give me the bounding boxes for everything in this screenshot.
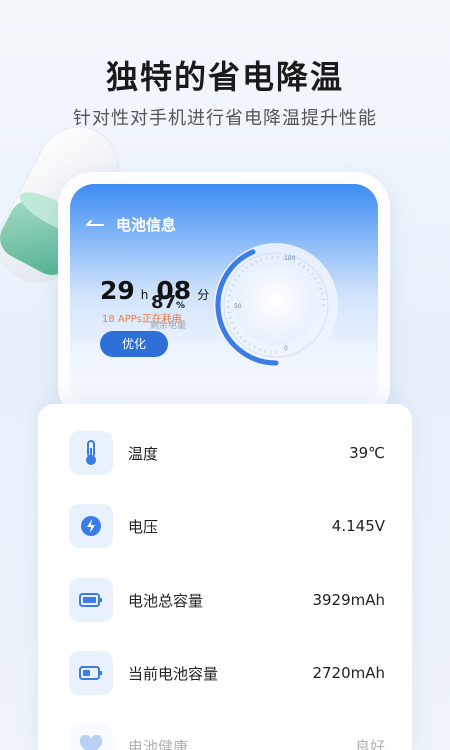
bolt-icon	[69, 504, 113, 548]
info-row-temperature: 温度 39℃	[38, 431, 412, 475]
voltage-label: 电压	[128, 517, 159, 536]
nav-bar: 电池信息	[86, 214, 176, 235]
battery-percent: 87%	[116, 292, 220, 313]
info-row-health: 电池健康 良好	[38, 724, 412, 750]
phone-mockup: 电池信息 29 h 08 分 18 APPs正在耗电 优化 100 50 0 8…	[58, 172, 390, 422]
thermometer-icon	[69, 431, 113, 475]
health-label: 电池健康	[128, 737, 189, 750]
total-capacity-label: 电池总容量	[128, 591, 204, 610]
battery-percent-unit: %	[176, 301, 186, 311]
gauge-tick-100: 100	[284, 255, 296, 262]
total-capacity-value: 3929mAh	[312, 591, 385, 609]
gauge-tick-50: 50	[234, 303, 242, 310]
optimize-button[interactable]: 优化	[100, 331, 168, 357]
temperature-label: 温度	[128, 444, 159, 463]
info-row-total-capacity: 电池总容量 3929mAh	[38, 578, 412, 622]
back-arrow-icon[interactable]	[86, 219, 104, 231]
current-capacity-value: 2720mAh	[312, 664, 385, 682]
battery-half-icon	[69, 651, 113, 695]
battery-remaining-label: 剩余电量	[149, 321, 186, 331]
promo-headline: 独特的省电降温	[105, 58, 344, 96]
info-row-voltage: 电压 4.145V	[38, 504, 412, 548]
health-icon	[69, 724, 113, 750]
battery-info-card: 温度 39℃ 电压 4.145V 电池总容量 3929mAh 当前电池容量 27…	[38, 404, 412, 750]
voltage-value: 4.145V	[331, 517, 385, 535]
health-value: 良好	[354, 737, 385, 750]
battery-gauge: 100 50 0	[214, 243, 338, 367]
info-row-current-capacity: 当前电池容量 2720mAh	[38, 651, 412, 695]
battery-info-screen: 电池信息 29 h 08 分 18 APPs正在耗电 优化 100 50 0 8…	[70, 184, 378, 410]
nav-title: 电池信息	[116, 216, 177, 234]
battery-percent-value: 87	[150, 292, 177, 313]
gauge-tick-0: 0	[284, 345, 288, 352]
temperature-value: 39℃	[349, 444, 385, 462]
battery-full-icon	[69, 578, 113, 622]
current-capacity-label: 当前电池容量	[128, 664, 219, 683]
promo-subline: 针对性对手机进行省电降温提升性能	[73, 108, 377, 129]
